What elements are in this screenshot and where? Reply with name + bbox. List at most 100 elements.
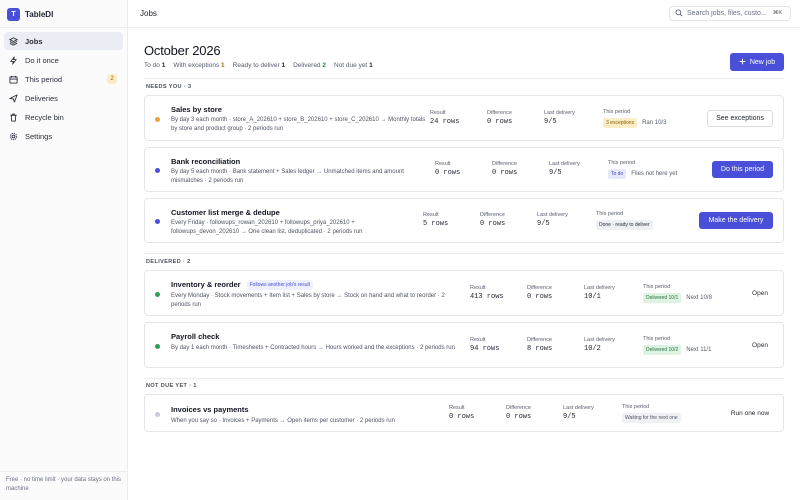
job-name: Bank reconciliation bbox=[171, 157, 241, 166]
section-heading-not-due-yet: NOT DUE YET · 1 bbox=[146, 383, 197, 389]
status-note: Next 11/1 bbox=[686, 347, 712, 353]
count-ready-to-deliver[interactable]: Ready to deliver 1 bbox=[233, 62, 285, 69]
new-job-label: New job bbox=[749, 58, 776, 66]
this-period-status: This period 3 exceptions Ran 10/3 bbox=[603, 109, 667, 128]
status-dot bbox=[155, 219, 160, 224]
job-card-invoices-vs-payments[interactable]: Invoices vs payments When you say so · I… bbox=[144, 394, 784, 432]
job-card-bank-reconciliation[interactable]: Bank reconciliation By day 5 each month … bbox=[144, 147, 784, 192]
search-placeholder: Search jobs, files, custo... bbox=[687, 10, 767, 17]
status-badge: Waiting for the next one bbox=[622, 413, 681, 423]
result-metric: Result 0 rows bbox=[449, 405, 475, 421]
job-name: Invoices vs payments bbox=[171, 405, 249, 414]
gear-icon bbox=[9, 132, 18, 141]
count-with-exceptions[interactable]: With exceptions 1 bbox=[173, 62, 224, 69]
count-not-due-yet[interactable]: Not due yet 1 bbox=[334, 62, 373, 69]
status-dot bbox=[155, 412, 160, 417]
job-name: Sales by store bbox=[171, 105, 222, 114]
search-shortcut: ⌘K bbox=[772, 10, 782, 16]
job-description: By day 3 each month · store_A_202610 + s… bbox=[171, 117, 426, 132]
page-title: October 2026 bbox=[144, 43, 221, 58]
sidebar-item-this-period[interactable]: This period 2 bbox=[4, 70, 123, 88]
sidebar-nav: Jobs Do it once This period 2 Deliveries… bbox=[4, 32, 123, 146]
section-divider bbox=[144, 78, 784, 79]
last-delivery-metric: Last delivery 10/2 bbox=[584, 337, 615, 353]
job-name: Inventory & reorder Follows another job's… bbox=[171, 280, 314, 290]
job-card-customer-list-merge[interactable]: Customer list merge & dedupe Every Frida… bbox=[144, 198, 784, 243]
follows-job-tag: Follows another job's result bbox=[246, 280, 314, 290]
job-card-sales-by-store[interactable]: Sales by store By day 3 each month · sto… bbox=[144, 95, 784, 141]
search-input[interactable]: Search jobs, files, custo... ⌘K bbox=[669, 6, 791, 21]
last-delivery-metric: Last delivery 9/5 bbox=[544, 110, 575, 126]
status-badge: Delivered 10/1 bbox=[643, 293, 682, 303]
section-divider bbox=[144, 253, 784, 254]
job-description: Every Friday · followups_rowan_202610 + … bbox=[171, 220, 363, 235]
sidebar-item-label: Recycle bin bbox=[25, 112, 64, 122]
count-to-do[interactable]: To do 1 bbox=[144, 62, 165, 69]
difference-metric: Difference 8 rows bbox=[527, 337, 553, 353]
status-badge: Done · ready to deliver bbox=[596, 220, 653, 230]
difference-metric: Difference 0 rows bbox=[492, 161, 518, 177]
make-the-delivery-button[interactable]: Make the delivery bbox=[699, 212, 773, 229]
status-badge: Delivered 10/2 bbox=[643, 345, 682, 355]
result-metric: Result 413 rows bbox=[470, 285, 504, 301]
sidebar-item-jobs[interactable]: Jobs bbox=[4, 32, 123, 50]
job-description: By day 5 each month · Bank statement + S… bbox=[171, 169, 404, 184]
status-badge: 3 exceptions bbox=[603, 118, 638, 128]
job-name: Customer list merge & dedupe bbox=[171, 208, 280, 217]
job-description: By day 1 each month · Timesheets + Contr… bbox=[171, 345, 455, 351]
sidebar-footer-divider bbox=[0, 471, 128, 472]
this-period-status: This period Delivered 10/2 Next 11/1 bbox=[643, 336, 712, 355]
sidebar-item-label: This period bbox=[25, 74, 63, 84]
brand[interactable]: T TableDI bbox=[7, 7, 53, 21]
search-icon bbox=[675, 9, 683, 19]
job-description: Every Monday · Stock movements + Item li… bbox=[171, 293, 445, 308]
last-delivery-metric: Last delivery 9/5 bbox=[537, 212, 568, 228]
count-delivered[interactable]: Delivered 2 bbox=[293, 62, 326, 69]
sidebar-item-label: Settings bbox=[25, 131, 53, 141]
new-job-button[interactable]: New job bbox=[730, 53, 784, 71]
see-exceptions-button[interactable]: See exceptions bbox=[707, 110, 773, 127]
last-delivery-metric: Last delivery 10/1 bbox=[584, 285, 615, 301]
result-metric: Result 5 rows bbox=[423, 212, 449, 228]
main-content: October 2026 To do 1 With exceptions 1 R… bbox=[128, 28, 800, 500]
sidebar-item-settings[interactable]: Settings bbox=[4, 127, 123, 145]
status-dot bbox=[155, 344, 160, 349]
stack-icon bbox=[9, 36, 18, 46]
sidebar-item-deliveries[interactable]: Deliveries bbox=[4, 89, 123, 107]
sidebar-item-do-it-once[interactable]: Do it once bbox=[4, 51, 123, 69]
job-card-inventory-reorder[interactable]: Inventory & reorder Follows another job's… bbox=[144, 270, 784, 316]
section-divider bbox=[144, 378, 784, 379]
app-window: T TableDI Jobs Do it once This period 2 … bbox=[0, 0, 800, 500]
plus-icon bbox=[739, 58, 746, 67]
result-metric: Result 94 rows bbox=[470, 337, 500, 353]
section-heading-delivered: DELIVERED · 2 bbox=[146, 259, 191, 265]
bolt-icon bbox=[9, 55, 18, 65]
do-this-period-button[interactable]: Do this period bbox=[712, 161, 773, 178]
status-note: Next 10/8 bbox=[686, 295, 712, 301]
difference-metric: Difference 0 rows bbox=[487, 110, 513, 126]
sidebar-item-label: Jobs bbox=[25, 36, 43, 46]
difference-metric: Difference 0 rows bbox=[506, 405, 532, 421]
this-period-status: This period Waiting for the next one bbox=[622, 404, 681, 423]
last-delivery-metric: Last delivery 9/5 bbox=[549, 161, 580, 177]
send-icon bbox=[9, 93, 18, 103]
difference-metric: Difference 0 rows bbox=[480, 212, 506, 228]
this-period-status: This period To do Files not here yet bbox=[608, 160, 678, 179]
sidebar-footer: Free · no time limit · your data stays o… bbox=[6, 476, 124, 494]
sidebar-item-label: Do it once bbox=[25, 55, 59, 65]
open-button[interactable]: Open bbox=[745, 337, 775, 354]
trash-icon bbox=[9, 113, 18, 122]
job-description: When you say so · Invoices + Payments → … bbox=[171, 418, 395, 424]
count-badge: 2 bbox=[107, 74, 117, 84]
status-note: Ran 10/3 bbox=[642, 120, 667, 126]
sidebar-item-recycle-bin[interactable]: Recycle bin bbox=[4, 108, 123, 126]
job-card-payroll-check[interactable]: Payroll check By day 1 each month · Time… bbox=[144, 322, 784, 368]
open-button[interactable]: Open bbox=[745, 285, 775, 302]
job-name: Payroll check bbox=[171, 332, 220, 341]
app-name: TableDI bbox=[25, 9, 54, 19]
status-badge: To do bbox=[608, 169, 627, 179]
run-one-now-button[interactable]: Run one now bbox=[725, 405, 775, 422]
status-dot bbox=[155, 292, 160, 297]
result-metric: Result 24 rows bbox=[430, 110, 460, 126]
sidebar-item-label: Deliveries bbox=[25, 93, 58, 103]
